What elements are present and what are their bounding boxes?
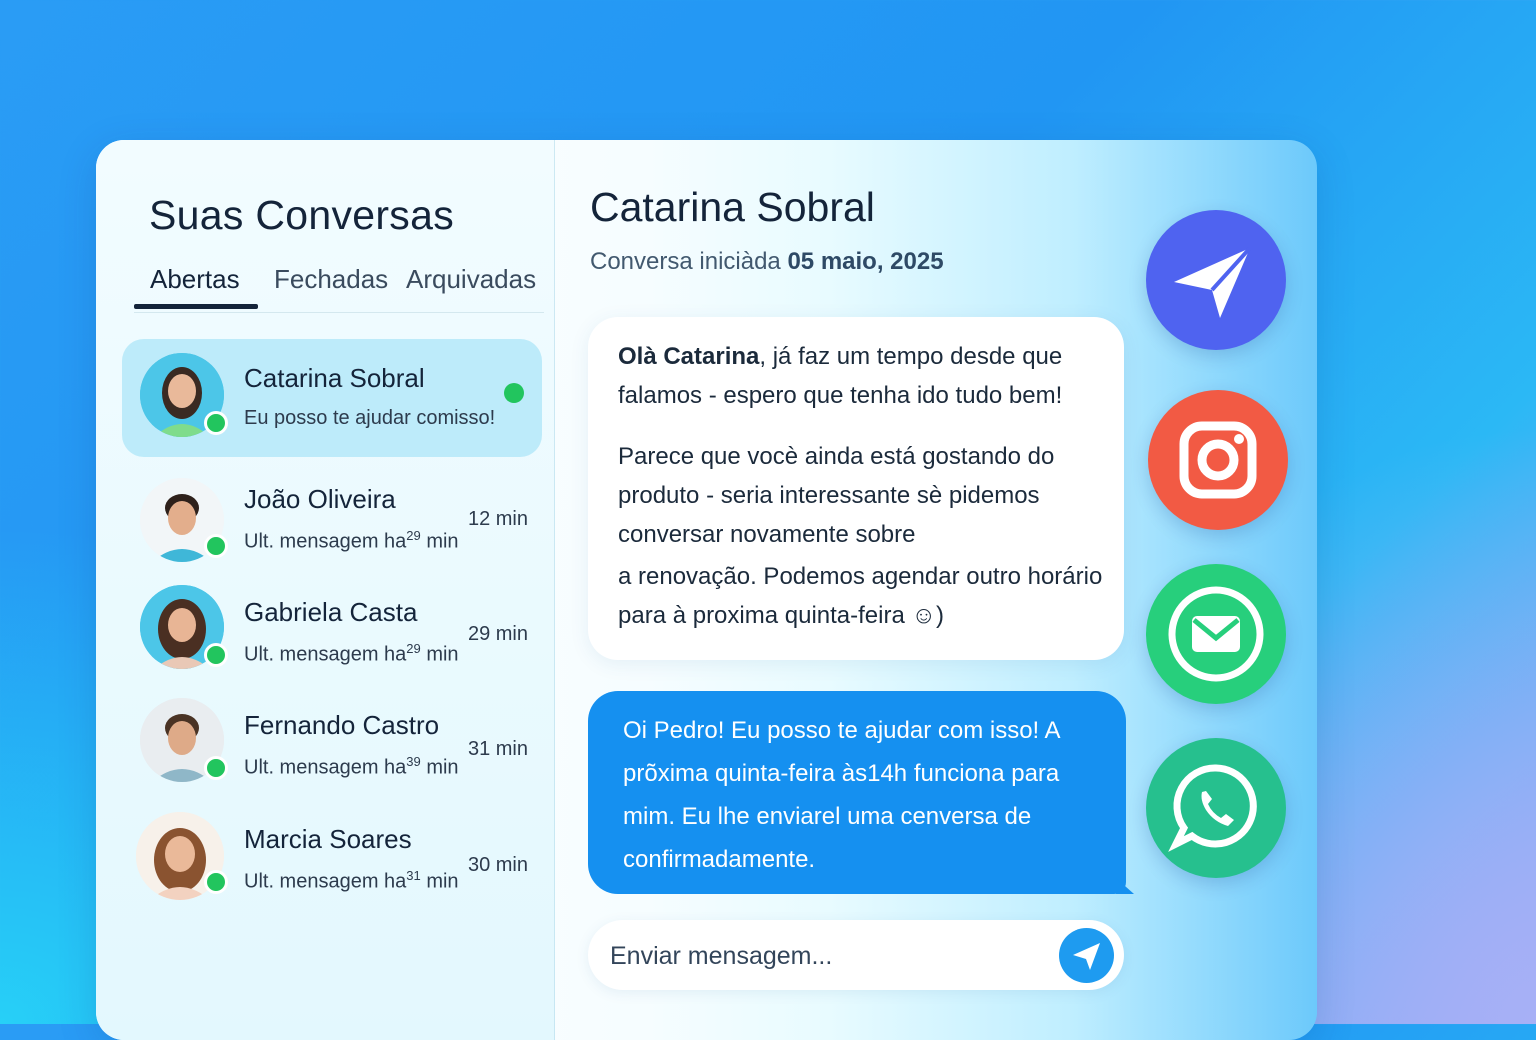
chat-app-window: Suas Conversas Abertas Fechadas Arquivad…	[96, 140, 1317, 1040]
contact-name: João Oliveira	[244, 484, 396, 514]
outgoing-message-text: Oi Pedro! Eu posso te ajudar com isso! A…	[623, 717, 1060, 873]
message-input[interactable]	[608, 934, 1032, 978]
conversation-item-joao[interactable]: João Oliveira Ult. mensagem ha29 min 12 …	[122, 462, 542, 580]
incoming-message-paragraph-2: Parece que vocè ainda está gostando do p…	[618, 443, 1055, 548]
conversation-time: 29 min	[467, 623, 528, 645]
contact-name: Fernando Castro	[244, 710, 440, 740]
started-date: 05 maio, 2025	[787, 248, 944, 275]
email-button[interactable]	[1146, 564, 1286, 704]
last-message-preview: Ult. mensagem ha29 min	[244, 528, 459, 553]
incoming-message-paragraph-3: a renovação. Podemos agendar outro horár…	[618, 563, 1103, 629]
contact-name: Marcia Soares	[244, 824, 412, 854]
contact-name: Catarina Sobral	[244, 363, 425, 393]
unread-indicator-dot	[504, 383, 524, 403]
tab-fechadas[interactable]: Fechadas	[274, 264, 388, 295]
outgoing-message-bubble: Oi Pedro! Eu posso te ajudar com isso! A…	[588, 691, 1126, 894]
online-status-dot	[204, 756, 228, 780]
whatsapp-button[interactable]	[1146, 738, 1286, 878]
send-icon	[1073, 943, 1100, 970]
contact-name: Gabriela Casta	[244, 597, 418, 627]
telegram-button[interactable]	[1146, 210, 1286, 350]
instagram-icon	[1179, 421, 1257, 499]
last-message-preview: Ult. mensagem ha29 min	[244, 641, 459, 666]
conversation-item-marcia[interactable]: Marcia Soares Ult. mensagem ha31 min 30 …	[122, 802, 542, 920]
instagram-button[interactable]	[1148, 390, 1288, 530]
incoming-message-paragraph-1: Olà Catarina, já faz um tempo desde que …	[618, 343, 1063, 409]
chat-contact-name: Catarina Sobral	[590, 184, 875, 230]
online-status-dot	[204, 534, 228, 558]
email-icon	[1168, 586, 1264, 682]
message-composer	[588, 920, 1124, 990]
last-message-preview: Eu posso te ajudar comisso!	[244, 407, 496, 429]
whatsapp-icon	[1168, 764, 1257, 852]
telegram-icon	[1174, 246, 1252, 318]
conversation-time: 12 min	[467, 508, 528, 530]
conversation-time: 30 min	[467, 854, 528, 876]
last-message-preview: Ult. mensagem ha31 min	[244, 868, 459, 893]
greeting-name: Olà Catarina	[618, 343, 760, 370]
incoming-message-bubble: Olà Catarina, já faz um tempo desde que …	[588, 317, 1124, 660]
online-status-dot	[204, 870, 228, 894]
conversation-item-gabriela[interactable]: Gabriela Casta Ult. mensagem ha29 min 29…	[122, 575, 542, 693]
send-button[interactable]	[1059, 928, 1114, 983]
conversation-item-fernando[interactable]: Fernando Castro Ult. mensagem ha39 min 3…	[122, 688, 542, 806]
started-label: Conversa iniciàda	[590, 248, 781, 275]
tab-arquivadas[interactable]: Arquivadas	[406, 264, 536, 295]
sidebar-title: Suas Conversas	[149, 192, 455, 238]
conversations-sidebar: Suas Conversas Abertas Fechadas Arquivad…	[96, 140, 555, 1040]
online-status-dot	[204, 643, 228, 667]
online-status-dot	[204, 411, 228, 435]
tab-abertas[interactable]: Abertas	[150, 264, 240, 295]
conversation-tabs: Abertas Fechadas Arquivadas	[134, 260, 544, 313]
conversation-start-info: Conversa iniciàda 05 maio, 2025	[590, 248, 944, 276]
conversation-item-catarina[interactable]: Catarina Sobral Eu posso te ajudar comis…	[122, 339, 542, 457]
active-tab-indicator	[134, 304, 258, 309]
last-message-preview: Ult. mensagem ha39 min	[244, 754, 459, 779]
conversation-time: 31 min	[467, 738, 528, 760]
